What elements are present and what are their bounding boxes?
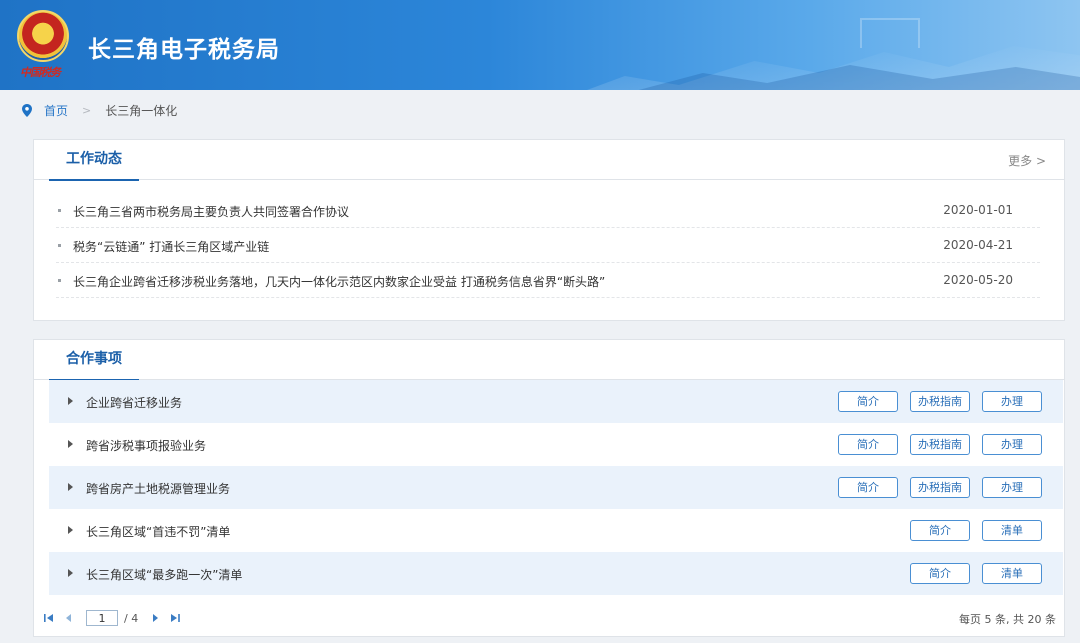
tax-emblem-icon[interactable] [17, 10, 69, 62]
news-date: 2020-05-20 [943, 273, 1013, 287]
bullet-icon [58, 279, 61, 282]
intro-button[interactable]: 简介 [838, 477, 898, 498]
pagination-info: 每页 5 条, 共 20 条 [959, 613, 1056, 626]
cooperation-row[interactable]: 长三角区域“首违不罚”清单 简介 清单 [49, 509, 1063, 552]
news-item[interactable]: 税务“云链通” 打通长三角区域产业链 2020-04-21 [56, 228, 1040, 263]
tax-guide-button[interactable]: 办税指南 [910, 391, 970, 412]
handle-button[interactable]: 办理 [982, 391, 1042, 412]
tax-guide-button[interactable]: 办税指南 [910, 477, 970, 498]
intro-button[interactable]: 简介 [910, 520, 970, 541]
cooperation-row[interactable]: 企业跨省迁移业务 简介 办税指南 办理 [49, 380, 1063, 423]
news-title[interactable]: 长三角企业跨省迁移涉税业务落地，几天内一体化示范区内数家企业受益 打通税务信息省… [73, 273, 605, 290]
last-page-icon[interactable] [170, 613, 181, 623]
expand-caret-icon[interactable] [68, 526, 73, 534]
expand-caret-icon[interactable] [68, 569, 73, 577]
cooperation-item-name[interactable]: 长三角区域“最多跑一次”清单 [86, 566, 242, 583]
news-title[interactable]: 税务“云链通” 打通长三角区域产业链 [73, 238, 269, 255]
cooperation-row[interactable]: 长三角区域“最多跑一次”清单 简介 清单 [49, 552, 1063, 595]
work-news-header: 工作动态 更多 > [34, 140, 1064, 181]
more-link[interactable]: 更多 > [1008, 152, 1046, 169]
cooperation-header: 合作事项 [34, 340, 1064, 381]
cooperation-panel: 合作事项 企业跨省迁移业务 简介 办税指南 办理 跨省涉税事项报验业务 简介 办… [33, 339, 1065, 637]
next-page-icon[interactable] [150, 613, 160, 623]
total-pages: / 4 [124, 611, 139, 625]
pagination: / 4 [44, 608, 190, 628]
bullet-icon [58, 209, 61, 212]
breadcrumb-current: 长三角一体化 [105, 103, 178, 118]
page-number-input[interactable] [86, 610, 118, 626]
tax-guide-button[interactable]: 办税指南 [910, 434, 970, 455]
list-button[interactable]: 清单 [982, 563, 1042, 584]
intro-button[interactable]: 简介 [838, 391, 898, 412]
emblem-caption: 中国税务 [20, 66, 61, 79]
great-wall-decoration [860, 18, 920, 48]
news-date: 2020-04-21 [943, 238, 1013, 252]
handle-button[interactable]: 办理 [982, 477, 1042, 498]
cooperation-list: 企业跨省迁移业务 简介 办税指南 办理 跨省涉税事项报验业务 简介 办税指南 办… [49, 380, 1063, 595]
handle-button[interactable]: 办理 [982, 434, 1042, 455]
news-list: 长三角三省两市税务局主要负责人共同签署合作协议 2020-01-01 税务“云链… [56, 193, 1040, 298]
intro-button[interactable]: 简介 [910, 563, 970, 584]
intro-button[interactable]: 简介 [838, 434, 898, 455]
breadcrumb: 首页 > 长三角一体化 [22, 101, 177, 119]
list-button[interactable]: 清单 [982, 520, 1042, 541]
news-item[interactable]: 长三角三省两市税务局主要负责人共同签署合作协议 2020-01-01 [56, 193, 1040, 228]
breadcrumb-home-link[interactable]: 首页 [44, 102, 68, 119]
first-page-icon[interactable] [44, 613, 54, 623]
expand-caret-icon[interactable] [68, 440, 73, 448]
news-date: 2020-01-01 [943, 203, 1013, 217]
cooperation-row[interactable]: 跨省房产土地税源管理业务 简介 办税指南 办理 [49, 466, 1063, 509]
location-pin-icon [22, 103, 32, 117]
work-news-panel: 工作动态 更多 > 长三角三省两市税务局主要负责人共同签署合作协议 2020-0… [33, 139, 1065, 321]
cooperation-item-name[interactable]: 企业跨省迁移业务 [86, 394, 182, 411]
news-item[interactable]: 长三角企业跨省迁移涉税业务落地，几天内一体化示范区内数家企业受益 打通税务信息省… [56, 263, 1040, 298]
cooperation-item-name[interactable]: 跨省房产土地税源管理业务 [86, 480, 230, 497]
bullet-icon [58, 244, 61, 247]
cooperation-item-name[interactable]: 跨省涉税事项报验业务 [86, 437, 206, 454]
site-header: 中国税务 长三角电子税务局 [0, 0, 1080, 90]
expand-caret-icon[interactable] [68, 483, 73, 491]
cooperation-title[interactable]: 合作事项 [49, 340, 139, 381]
cooperation-row[interactable]: 跨省涉税事项报验业务 简介 办税指南 办理 [49, 423, 1063, 466]
cooperation-item-name[interactable]: 长三角区域“首违不罚”清单 [86, 523, 230, 540]
site-title[interactable]: 长三角电子税务局 [88, 30, 280, 64]
prev-page-icon[interactable] [64, 613, 74, 623]
breadcrumb-separator: > [82, 103, 92, 117]
news-title[interactable]: 长三角三省两市税务局主要负责人共同签署合作协议 [73, 203, 349, 220]
work-news-title[interactable]: 工作动态 [49, 140, 139, 181]
expand-caret-icon[interactable] [68, 397, 73, 405]
